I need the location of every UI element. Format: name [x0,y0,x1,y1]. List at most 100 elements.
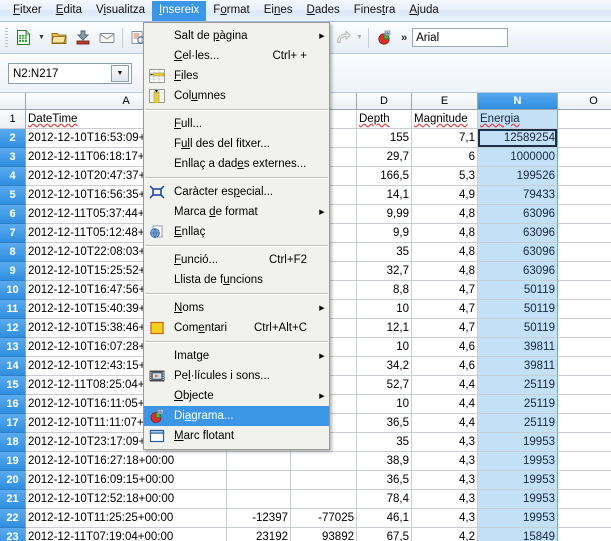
cell-O5[interactable] [558,186,611,205]
cell-O22[interactable] [558,509,611,528]
cell-N3[interactable]: 1000000 [478,148,558,167]
column-header-D[interactable]: D [357,93,412,110]
row-header-17[interactable]: 17 [0,414,26,433]
cell-O2[interactable] [558,129,611,148]
cell-D9[interactable]: 32,7 [357,262,412,281]
row-header-23[interactable]: 23 [0,528,26,541]
row-header-14[interactable]: 14 [0,357,26,376]
cell-D8[interactable]: 35 [357,243,412,262]
row-header-20[interactable]: 20 [0,471,26,490]
cell-D11[interactable]: 10 [357,300,412,319]
row-header-4[interactable]: 4 [0,167,26,186]
cell-D17[interactable]: 36,5 [357,414,412,433]
row-header-2[interactable]: 2 [0,129,26,148]
cell-A23[interactable]: 2012-12-11T07:19:04+00:00 [26,528,227,541]
cell-O13[interactable] [558,338,611,357]
cell-N2[interactable]: 12589254 [478,129,558,148]
cell-N8[interactable]: 63096 [478,243,558,262]
cell-E4[interactable]: 5,3 [412,167,478,186]
menu-item-salt-de-p-gina[interactable]: Salt de pàgina ▶ [144,26,329,46]
cell-E3[interactable]: 6 [412,148,478,167]
cell-N12[interactable]: 50119 [478,319,558,338]
cell-E1[interactable]: Magnitude [412,110,478,129]
new-document-dropdown[interactable]: ▼ [36,26,47,50]
row-header-16[interactable]: 16 [0,395,26,414]
row-header-8[interactable]: 8 [0,243,26,262]
toolbar-grip[interactable] [3,26,10,49]
cell-E14[interactable]: 4,6 [412,357,478,376]
cell-E15[interactable]: 4,4 [412,376,478,395]
cell-D15[interactable]: 52,7 [357,376,412,395]
cell-E16[interactable]: 4,4 [412,395,478,414]
cell-N10[interactable]: 50119 [478,281,558,300]
menu-item-noms[interactable]: Noms ▶ [144,298,329,318]
cell-E7[interactable]: 4,8 [412,224,478,243]
menu-item-marca-de-format[interactable]: Marca de format ▶ [144,202,329,222]
cell-C20[interactable] [291,471,357,490]
cell-N1[interactable]: Energia [478,110,558,129]
row-header-6[interactable]: 6 [0,205,26,224]
menubar-item-edita[interactable]: Edita [49,1,89,21]
cell-E23[interactable]: 4,2 [412,528,478,541]
menu-item-objecte[interactable]: Objecte ▶ [144,386,329,406]
cell-D22[interactable]: 46,1 [357,509,412,528]
menu-item-pel-l-cules-i-sons[interactable]: Pel·lícules i sons... [144,366,329,386]
cell-N5[interactable]: 79433 [478,186,558,205]
cell-O20[interactable] [558,471,611,490]
cell-E12[interactable]: 4,7 [412,319,478,338]
cell-O17[interactable] [558,414,611,433]
save-button[interactable] [71,26,95,50]
new-document-button[interactable] [12,26,36,50]
cell-D7[interactable]: 9,9 [357,224,412,243]
cell-E5[interactable]: 4,9 [412,186,478,205]
cell-N20[interactable]: 19953 [478,471,558,490]
row-header-13[interactable]: 13 [0,338,26,357]
cell-E6[interactable]: 4,8 [412,205,478,224]
cell-E11[interactable]: 4,7 [412,300,478,319]
cell-O11[interactable] [558,300,611,319]
cell-D10[interactable]: 8,8 [357,281,412,300]
cell-E9[interactable]: 4,8 [412,262,478,281]
row-header-22[interactable]: 22 [0,509,26,528]
name-box-dropdown-icon[interactable]: ▼ [111,65,129,82]
menu-item-funci[interactable]: Funció... Ctrl+F2 [144,250,329,270]
menu-item-files[interactable]: Files [144,66,329,86]
menu-item-full[interactable]: Full... [144,114,329,134]
cell-D21[interactable]: 78,4 [357,490,412,509]
cell-N7[interactable]: 63096 [478,224,558,243]
row-header-15[interactable]: 15 [0,376,26,395]
cell-E21[interactable]: 4,3 [412,490,478,509]
menu-item-imatge[interactable]: Imatge ▶ [144,346,329,366]
redo-dropdown[interactable]: ▼ [354,26,365,50]
cell-N6[interactable]: 63096 [478,205,558,224]
cell-N17[interactable]: 25119 [478,414,558,433]
name-box[interactable]: N2:N217 ▼ [8,63,132,84]
menu-item-full-des-del-fitxer[interactable]: Full des del fitxer... [144,134,329,154]
column-header-E[interactable]: E [412,93,478,110]
font-name-input[interactable]: Arial [412,28,509,47]
menubar-item-finestra[interactable]: Finestra [347,1,403,21]
cell-D1[interactable]: Depth [357,110,412,129]
toolbar-overflow-button[interactable]: » [401,32,407,44]
row-header-9[interactable]: 9 [0,262,26,281]
menubar-item-dades[interactable]: Dades [300,1,347,21]
menubar-item-format[interactable]: Format [206,1,256,21]
cell-B23[interactable]: 23192 [227,528,291,541]
row-header-3[interactable]: 3 [0,148,26,167]
cell-O8[interactable] [558,243,611,262]
cell-O16[interactable] [558,395,611,414]
menu-item-cel-les[interactable]: Cel·les... Ctrl+ + [144,46,329,66]
row-header-21[interactable]: 21 [0,490,26,509]
cell-E20[interactable]: 4,3 [412,471,478,490]
cell-O4[interactable] [558,167,611,186]
cell-D18[interactable]: 35 [357,433,412,452]
cell-N14[interactable]: 39811 [478,357,558,376]
cell-N4[interactable]: 199526 [478,167,558,186]
cell-D5[interactable]: 14,1 [357,186,412,205]
cell-D4[interactable]: 166,5 [357,167,412,186]
cell-N21[interactable]: 19953 [478,490,558,509]
cell-O10[interactable] [558,281,611,300]
cell-N15[interactable]: 25119 [478,376,558,395]
cell-E13[interactable]: 4,6 [412,338,478,357]
redo-button[interactable] [330,26,354,50]
